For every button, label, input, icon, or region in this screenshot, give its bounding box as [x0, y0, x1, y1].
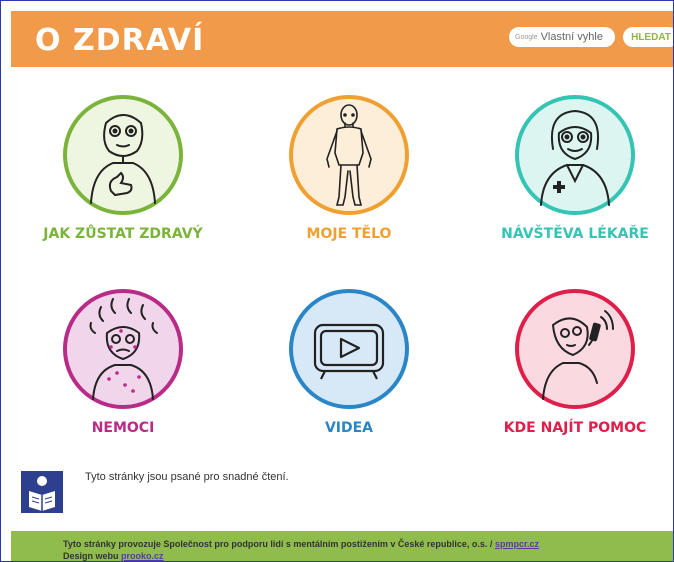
thumbs-up-person-icon [63, 95, 183, 215]
tv-play-icon [289, 289, 409, 409]
tile-label: KDE NAJÍT POMOC [503, 420, 647, 436]
footer-line-1: Tyto stránky provozuje Společnost pro po… [63, 539, 539, 549]
tile-jak-zustat-zdravy[interactable]: JAK ZŮSTAT ZDRAVÝ [23, 93, 223, 242]
prooko-link[interactable]: prooko.cz [121, 551, 164, 561]
easy-read-logo [21, 471, 63, 518]
footer-operator-text: Tyto stránky provozuje Společnost pro po… [63, 539, 493, 549]
page-title: O ZDRAVÍ [35, 23, 205, 58]
search-button[interactable]: HLEDAT [623, 27, 673, 47]
tile-label: JAK ZŮSTAT ZDRAVÝ [43, 226, 203, 242]
header: O ZDRAVÍ Google HLEDAT [11, 11, 673, 67]
body-figure-icon [289, 95, 409, 215]
tile-kde-najit-pomoc[interactable]: KDE NAJÍT POMOC [475, 287, 673, 436]
footer-design-text: Design webu [63, 551, 119, 561]
google-brand: Google [515, 33, 538, 41]
easy-read-text: Tyto stránky jsou psané pro snadné čtení… [85, 471, 289, 483]
tile-videa[interactable]: VIDEA [249, 287, 449, 436]
tile-label: NÁVŠTĚVA LÉKAŘE [501, 226, 649, 242]
tile-moje-telo[interactable]: MOJE TĚLO [249, 93, 449, 242]
tile-nemoci[interactable]: NEMOCI [23, 287, 223, 436]
tile-label: MOJE TĚLO [306, 226, 392, 242]
person-phone-icon [515, 289, 635, 409]
footer: Tyto stránky provozuje Společnost pro po… [11, 531, 673, 561]
page-frame: O ZDRAVÍ Google HLEDAT JAK ZŮSTAT ZDRAVÝ [0, 0, 674, 562]
doctor-icon [515, 95, 635, 215]
spmpcr-link[interactable]: spmpcr.cz [495, 539, 539, 549]
sick-person-icon [63, 289, 183, 409]
easy-read-icon [21, 471, 63, 513]
footer-line-2: Design webu prooko.cz [63, 551, 164, 561]
search-input[interactable] [540, 31, 607, 43]
tile-label: VIDEA [324, 420, 374, 436]
tile-label: NEMOCI [91, 420, 155, 436]
search-box[interactable]: Google [509, 27, 615, 47]
tile-navsteva-lekare[interactable]: NÁVŠTĚVA LÉKAŘE [475, 93, 673, 242]
